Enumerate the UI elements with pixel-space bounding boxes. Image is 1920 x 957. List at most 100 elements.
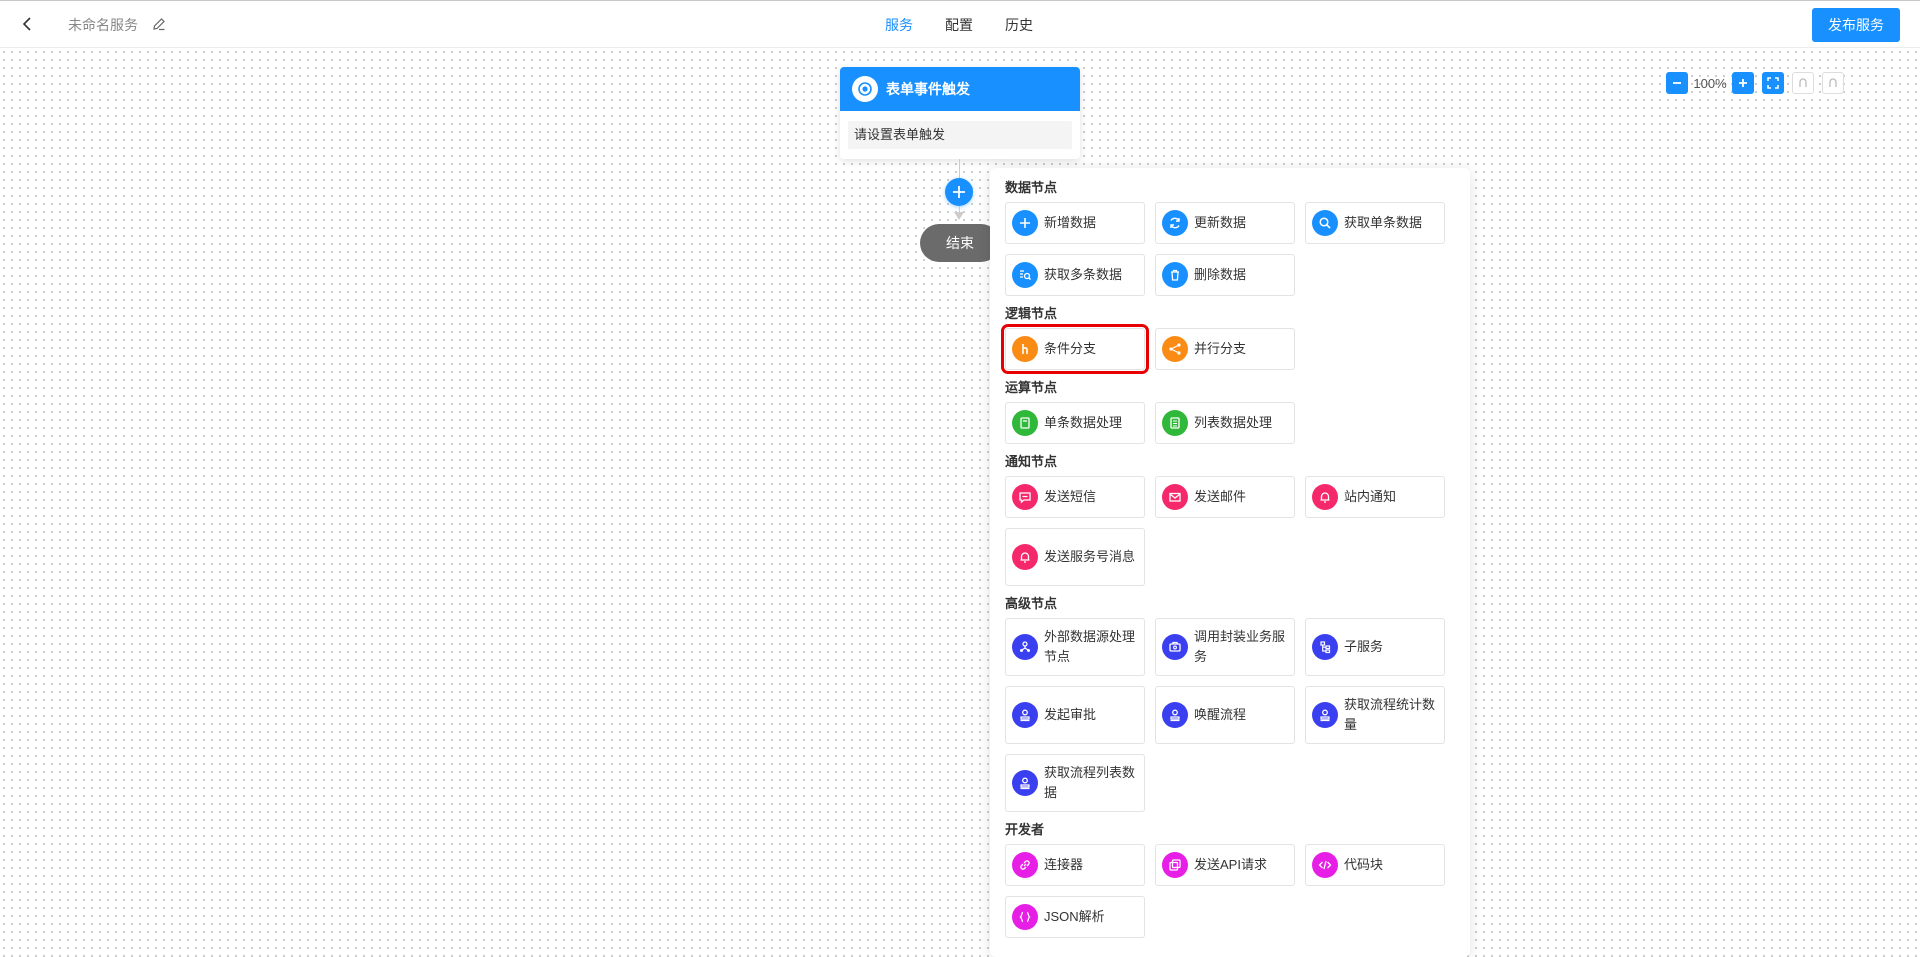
chevron-left-icon bbox=[22, 17, 31, 31]
bell-icon bbox=[1312, 484, 1338, 510]
share-icon bbox=[1162, 336, 1188, 362]
list-search-icon bbox=[1012, 262, 1038, 288]
node-list-data-process[interactable]: 列表数据处理 bbox=[1155, 402, 1295, 444]
zoom-toolbar: 100% bbox=[1666, 71, 1844, 95]
node-label: 站内通知 bbox=[1344, 489, 1397, 504]
node-update-data[interactable]: 更新数据 bbox=[1155, 202, 1295, 244]
edit-name-button[interactable] bbox=[150, 15, 168, 33]
target-icon bbox=[852, 76, 878, 102]
plus-icon bbox=[1012, 210, 1038, 236]
stamp-icon bbox=[1012, 702, 1038, 728]
node-label: 调用封装业务服务 bbox=[1194, 629, 1286, 664]
node-label: JSON解析 bbox=[1044, 909, 1105, 924]
group-advanced-nodes: 外部数据源处理节点 调用封装业务服务 子服务 发起审批 唤醒流程 获取流程统计数… bbox=[1005, 618, 1455, 822]
node-label: 发送短信 bbox=[1044, 489, 1097, 504]
node-in-app-notification[interactable]: 站内通知 bbox=[1305, 476, 1445, 518]
node-connector[interactable]: 连接器 bbox=[1005, 844, 1145, 886]
node-call-business-service[interactable]: 调用封装业务服务 bbox=[1155, 618, 1295, 676]
node-label: 条件分支 bbox=[1044, 341, 1097, 356]
node-label: 删除数据 bbox=[1194, 267, 1247, 282]
group-notification-nodes: 发送短信 发送邮件 站内通知 发送服务号消息 bbox=[1005, 476, 1455, 596]
node-icon bbox=[1012, 634, 1038, 660]
zoom-out-button[interactable] bbox=[1666, 72, 1688, 94]
copy-icon bbox=[1162, 852, 1188, 878]
node-label: 获取流程列表数据 bbox=[1044, 765, 1136, 800]
node-sub-service[interactable]: 子服务 bbox=[1305, 618, 1445, 676]
arrow-down-icon bbox=[954, 212, 964, 220]
package-icon bbox=[1162, 634, 1188, 660]
node-label: 更新数据 bbox=[1194, 215, 1247, 230]
tab-service[interactable]: 服务 bbox=[885, 1, 913, 49]
mail-icon bbox=[1162, 484, 1188, 510]
group-developer-nodes: 连接器 发送API请求 代码块 JSON解析 bbox=[1005, 844, 1455, 948]
tab-history[interactable]: 历史 bbox=[1005, 1, 1033, 49]
refresh-icon bbox=[1162, 210, 1188, 236]
minus-icon bbox=[1673, 82, 1681, 84]
node-picker-panel: 数据节点 新增数据 更新数据 获取单条数据 获取多条数据 删除数据 逻辑节点 条… bbox=[990, 168, 1470, 957]
trigger-node[interactable]: 表单事件触发 请设置表单触发 bbox=[840, 67, 1080, 159]
node-send-sms[interactable]: 发送短信 bbox=[1005, 476, 1145, 518]
undo-button[interactable] bbox=[1792, 72, 1814, 94]
node-label: 单条数据处理 bbox=[1044, 415, 1123, 430]
group-title-logic: 逻辑节点 bbox=[1005, 306, 1058, 321]
node-json-parse[interactable]: JSON解析 bbox=[1005, 896, 1145, 938]
node-label: 新增数据 bbox=[1044, 215, 1097, 230]
node-label: 子服务 bbox=[1344, 639, 1384, 654]
node-label: 发送API请求 bbox=[1194, 857, 1267, 872]
top-bar: 未命名服务 服务 配置 历史 发布服务 bbox=[0, 0, 1920, 48]
redo-button[interactable] bbox=[1822, 72, 1844, 94]
group-data-nodes: 新增数据 更新数据 获取单条数据 获取多条数据 删除数据 bbox=[1005, 202, 1455, 306]
node-get-single-data[interactable]: 获取单条数据 bbox=[1305, 202, 1445, 244]
node-add-data[interactable]: 新增数据 bbox=[1005, 202, 1145, 244]
node-parallel-branch[interactable]: 并行分支 bbox=[1155, 328, 1295, 370]
group-title-notification: 通知节点 bbox=[1005, 454, 1058, 469]
message-icon bbox=[1012, 484, 1038, 510]
node-get-process-list[interactable]: 获取流程列表数据 bbox=[1005, 754, 1145, 812]
node-external-datasource[interactable]: 外部数据源处理节点 bbox=[1005, 618, 1145, 676]
zoom-in-button[interactable] bbox=[1732, 72, 1754, 94]
node-code-block[interactable]: 代码块 bbox=[1305, 844, 1445, 886]
link-icon bbox=[1012, 852, 1038, 878]
main-tabs: 服务 配置 历史 bbox=[885, 1, 1065, 49]
group-logic-nodes: 条件分支 并行分支 bbox=[1001, 324, 1455, 380]
publish-button[interactable]: 发布服务 bbox=[1812, 8, 1900, 42]
node-start-approval[interactable]: 发起审批 bbox=[1005, 686, 1145, 744]
end-node: 结束 bbox=[920, 224, 1000, 262]
pencil-icon bbox=[153, 18, 165, 31]
code-icon bbox=[1312, 852, 1338, 878]
node-wake-process[interactable]: 唤醒流程 bbox=[1155, 686, 1295, 744]
node-delete-data[interactable]: 删除数据 bbox=[1155, 254, 1295, 296]
node-label: 并行分支 bbox=[1194, 341, 1247, 356]
undo-icon bbox=[1799, 78, 1807, 87]
node-label: 发送邮件 bbox=[1194, 489, 1247, 504]
stamp-icon bbox=[1012, 770, 1038, 796]
group-title-data: 数据节点 bbox=[1005, 180, 1058, 195]
node-get-multiple-data[interactable]: 获取多条数据 bbox=[1005, 254, 1145, 296]
stamp-icon bbox=[1162, 702, 1188, 728]
node-label: 代码块 bbox=[1344, 857, 1384, 872]
plus-icon bbox=[1739, 79, 1747, 87]
node-send-service-account-message[interactable]: 发送服务号消息 bbox=[1005, 528, 1145, 586]
stamp-icon bbox=[1312, 702, 1338, 728]
tree-icon bbox=[1312, 634, 1338, 660]
trigger-node-description: 请设置表单触发 bbox=[848, 121, 1072, 149]
node-label: 获取流程统计数量 bbox=[1344, 697, 1436, 732]
group-compute-nodes: 单条数据处理 列表数据处理 bbox=[1005, 402, 1455, 454]
node-single-data-process[interactable]: 单条数据处理 bbox=[1005, 402, 1145, 444]
group-title-advanced: 高级节点 bbox=[1005, 596, 1058, 611]
node-label: 获取单条数据 bbox=[1344, 215, 1423, 230]
tab-config[interactable]: 配置 bbox=[945, 1, 973, 49]
search-icon bbox=[1312, 210, 1338, 236]
node-conditional-branch[interactable]: 条件分支 bbox=[1001, 324, 1149, 374]
trash-icon bbox=[1162, 262, 1188, 288]
trigger-node-header: 表单事件触发 bbox=[840, 67, 1080, 111]
node-label: 连接器 bbox=[1044, 857, 1084, 872]
node-send-email[interactable]: 发送邮件 bbox=[1155, 476, 1295, 518]
bell-icon bbox=[1012, 544, 1038, 570]
fullscreen-button[interactable] bbox=[1762, 72, 1784, 94]
add-node-button[interactable] bbox=[945, 178, 973, 206]
node-get-process-count[interactable]: 获取流程统计数量 bbox=[1305, 686, 1445, 744]
node-send-api-request[interactable]: 发送API请求 bbox=[1155, 844, 1295, 886]
back-button[interactable] bbox=[18, 14, 38, 34]
node-label: 列表数据处理 bbox=[1194, 415, 1273, 430]
